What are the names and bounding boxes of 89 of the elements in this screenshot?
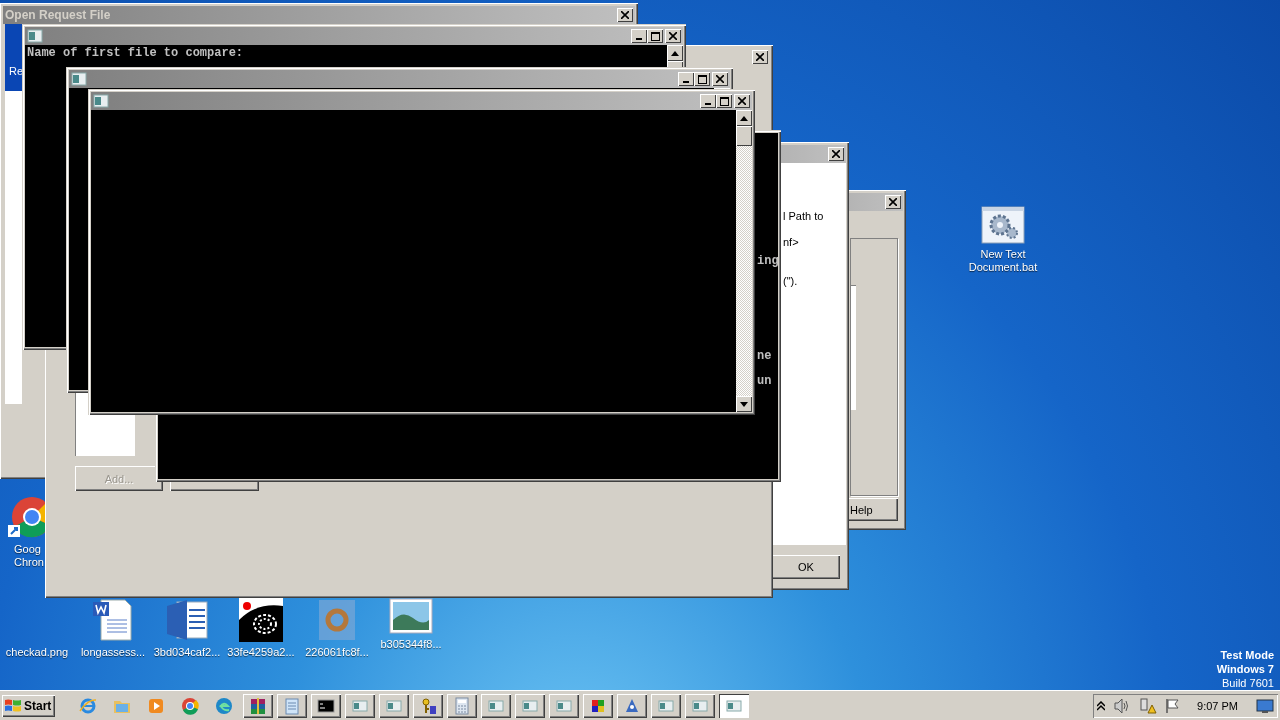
desktop-icon-label[interactable]: b305344f8... [380,638,442,651]
taskbar-button[interactable] [413,693,444,718]
close-icon [738,97,746,105]
taskbar-button[interactable] [447,693,478,718]
taskbar-button[interactable] [243,693,274,718]
command-prompt-icon [317,696,336,715]
system-watermark-text: Build 7601 [1222,676,1274,690]
message-text: ("). [783,275,798,287]
chrome-icon [181,696,200,715]
desktop-icon-label[interactable]: New Text Document.bat [966,248,1040,274]
ok-button[interactable]: OK [772,555,840,579]
scroll-up-icon[interactable] [671,50,679,56]
scroll-down-icon[interactable] [740,401,748,407]
close-icon [621,11,629,19]
archive-icon [249,696,268,715]
taskbar-button[interactable] [549,693,580,718]
close-button[interactable] [734,94,750,108]
taskbar-button[interactable] [583,693,614,718]
close-icon [716,75,724,83]
system-watermark-text: Test Mode [1220,648,1274,662]
console-text: ne [757,349,772,363]
scroll-thumb[interactable] [736,126,752,146]
ie-icon [79,696,98,715]
maximize-button[interactable] [647,29,663,43]
console-window-icon [27,29,43,43]
console-window-icon [93,94,109,108]
desktop-icon-label[interactable]: 3bd034caf2... [153,646,221,659]
system-watermark-text: Windows 7 [1216,662,1274,676]
close-icon [756,53,764,61]
notepad-icon [283,696,302,715]
taskbar-button[interactable] [277,693,308,718]
keys-icon [419,696,438,715]
help-button[interactable]: Help [848,498,898,521]
close-button[interactable] [665,29,681,43]
taskbar-button[interactable] [379,693,410,718]
minimize-button[interactable] [631,29,647,43]
desktop-icon-label[interactable]: longassess... [80,646,146,659]
message-text: nf> [783,236,799,248]
edge-icon [215,696,234,715]
landscape-picture-icon [389,598,433,634]
word-document-icon [91,598,135,642]
maximize-icon [650,31,660,41]
windows-logo-icon [4,697,22,714]
list-item[interactable]: Re [5,24,22,91]
taskbar-button[interactable] [345,693,376,718]
taskbar-button[interactable] [311,693,342,718]
close-icon [889,198,897,206]
minimize-button[interactable] [700,94,716,108]
console-window-icon [71,72,87,86]
console-text: un [757,374,772,388]
calculator-icon [453,696,472,715]
taskbar-button[interactable] [719,693,750,718]
close-icon [832,150,840,158]
console-text: Name of first file to compare: [27,47,245,60]
text-field[interactable] [850,285,856,410]
close-button[interactable] [752,50,768,64]
close-button[interactable] [828,147,844,161]
maximize-button[interactable] [694,72,710,86]
clock-text[interactable]: 9:07 PM [1197,699,1238,712]
close-button[interactable] [617,8,633,22]
console-text: ing [757,254,779,268]
window-title: Open Request File [5,8,112,22]
gears-document-icon [981,206,1025,244]
maximize-button[interactable] [716,94,732,108]
maximize-icon [719,96,729,106]
flag-icon[interactable] [1165,697,1182,714]
word-application-icon [165,598,209,642]
minimize-button[interactable] [678,72,694,86]
desktop-icon-label[interactable]: checkad.png [5,646,69,659]
start-button[interactable]: Start [2,694,56,717]
taskbar-button[interactable] [617,693,648,718]
taskbar-button[interactable] [651,693,682,718]
show-desktop-icon[interactable] [1256,698,1274,713]
network-warning-icon[interactable] [1139,697,1158,714]
taskbar-button[interactable] [515,693,546,718]
fingerprint-icon [239,598,283,642]
scroll-up-icon[interactable] [740,115,748,121]
message-text: l Path to [783,210,824,222]
desktop-icon-label[interactable]: 226061fc8f... [305,646,369,659]
close-button[interactable] [885,195,901,209]
maximize-icon [697,74,707,84]
media-player-icon [147,696,166,715]
show-hidden-icons-icon[interactable] [1097,700,1106,711]
scrollbar[interactable] [736,110,752,412]
close-button[interactable] [712,72,728,86]
taskbar-button[interactable] [481,693,512,718]
close-icon [669,32,677,40]
taskbar-button[interactable] [685,693,716,718]
desktop-icon-label[interactable]: 33fe4259a2... [227,646,295,659]
